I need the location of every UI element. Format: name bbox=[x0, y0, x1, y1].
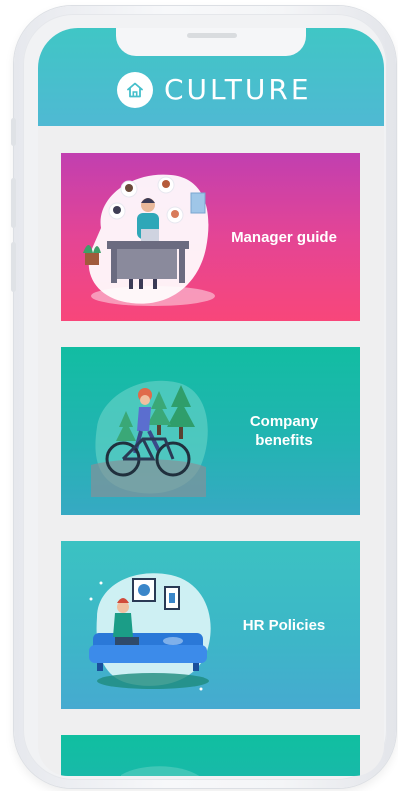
phone-notch bbox=[116, 28, 306, 56]
cyclist-illustration bbox=[91, 380, 208, 497]
app-header: CULTURE bbox=[38, 28, 384, 126]
card-manager-guide[interactable]: Manager guide bbox=[61, 153, 360, 321]
card-label: HR Policies bbox=[242, 616, 326, 634]
page-title: CULTURE bbox=[164, 73, 312, 106]
card-hr-policies[interactable]: HR Policies bbox=[61, 541, 360, 709]
card-label: Manager guide bbox=[231, 228, 337, 246]
card-label: Company benefits bbox=[249, 413, 319, 449]
app-screen: CULTURE Manager guide Company benefits H… bbox=[38, 28, 384, 776]
card-partial[interactable] bbox=[61, 735, 360, 776]
phone-side-button bbox=[11, 118, 16, 146]
phone-side-button bbox=[11, 242, 16, 292]
sofa-illustration bbox=[89, 573, 211, 691]
card-company-benefits[interactable]: Company benefits bbox=[61, 347, 360, 515]
speaker-grille bbox=[187, 33, 237, 38]
partial-illustration bbox=[121, 766, 200, 776]
phone-side-button bbox=[11, 178, 16, 228]
manager-illustration bbox=[83, 174, 215, 306]
home-icon[interactable] bbox=[117, 72, 153, 108]
